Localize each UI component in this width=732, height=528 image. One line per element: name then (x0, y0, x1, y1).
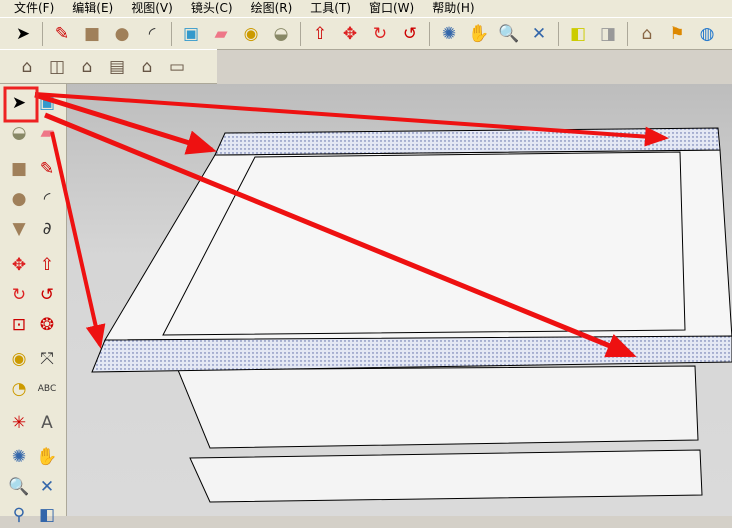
middle-block (177, 365, 699, 449)
model-viewport (3, 86, 732, 503)
arrow-4 (50, 131, 106, 349)
base-face (189, 449, 703, 503)
lower-box (177, 365, 703, 503)
top-dotted-edge (214, 127, 721, 156)
top-slab (91, 127, 732, 373)
select-tool-highlight (3, 86, 39, 123)
